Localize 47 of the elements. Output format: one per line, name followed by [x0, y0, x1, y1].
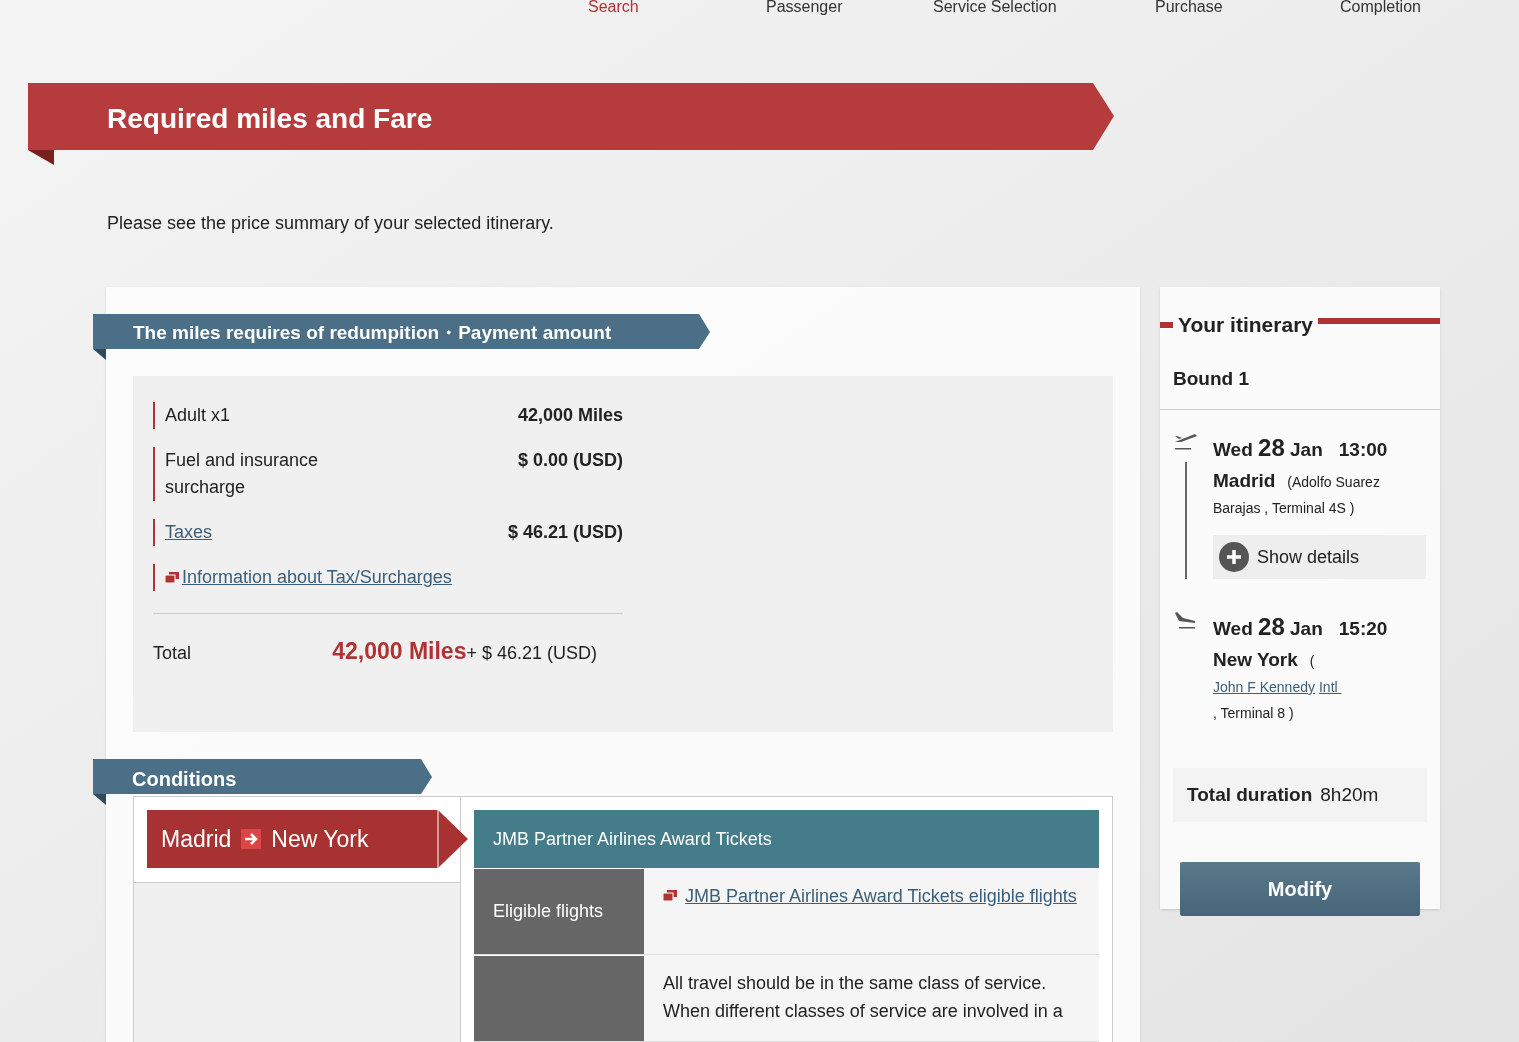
city-name: Madrid [1213, 470, 1276, 491]
show-details-button[interactable]: Show details [1213, 535, 1426, 579]
section-heading: The miles requires of redumpition・Payment amount [133, 321, 612, 345]
fare-value: $ 0.00 (USD) [516, 449, 623, 472]
flight-time: 13:00 [1338, 438, 1388, 462]
bound-label: Bound 1 [1160, 364, 1440, 410]
condition-text: All travel should be in the same class of service. When different classes of service are involved in a [663, 972, 1064, 1023]
airport-text: Barajas , Terminal 4S ) [1213, 499, 1355, 518]
progress-step[interactable]: Service Selection [933, 0, 1057, 14]
flight-time: 15:20 [1338, 617, 1388, 641]
origin-city: Madrid [161, 824, 232, 854]
page-title: Required miles and Fare [107, 102, 433, 136]
accent-bar [1160, 321, 1173, 328]
duration-value: 8h20m [1320, 782, 1379, 807]
arrow-icon [241, 829, 262, 849]
modify-button[interactable]: Modify [1180, 862, 1420, 916]
airport-link[interactable]: John F Kennedy [1213, 674, 1315, 700]
info-link[interactable]: Information about Tax/Surcharges [182, 564, 452, 591]
total-label: Total [153, 642, 193, 665]
fare-value: $ 46.21 (USD) [506, 521, 623, 544]
fare-label: Adult x1 [165, 404, 232, 427]
progress-step[interactable]: Passenger [766, 0, 843, 14]
plus-icon [1219, 542, 1249, 572]
total-miles: 42,000 Miles [332, 637, 467, 666]
city-name: New York [1213, 649, 1298, 670]
airport-text: , Terminal 8 ) [1213, 704, 1294, 723]
progress-step[interactable]: Completion [1340, 0, 1421, 14]
condition-label: Eligible flights [474, 868, 644, 954]
flight-date: Wed 28 Jan [1213, 433, 1323, 463]
flight-date: Wed 28 Jan [1213, 612, 1323, 642]
fare-type-header: JMB Partner Airlines Award Tickets [474, 810, 1099, 868]
taxes-link[interactable]: Taxes [165, 519, 455, 546]
fare-label: Fuel and insurance surcharge [165, 449, 320, 499]
total-amount: + $ 46.21 (USD) [466, 643, 597, 665]
progress-step[interactable]: Purchase [1155, 0, 1223, 14]
airport-link[interactable]: Intl [1318, 674, 1342, 700]
fare-value: 42,000 Miles [516, 404, 623, 427]
progress-step[interactable]: Search [588, 0, 639, 14]
external-link-icon [165, 572, 179, 583]
duration-label: Total duration [1187, 782, 1313, 807]
destination-city: New York [271, 824, 369, 854]
airport-text: ( [1309, 652, 1316, 671]
intro-text: Please see the price summary of your selected itinerary. [107, 212, 555, 235]
airport-text: (Adolfo Suarez [1287, 473, 1380, 492]
section-heading: Conditions [132, 767, 237, 792]
itinerary-title: Your itinerary [1177, 312, 1314, 338]
external-link-icon [663, 890, 677, 901]
